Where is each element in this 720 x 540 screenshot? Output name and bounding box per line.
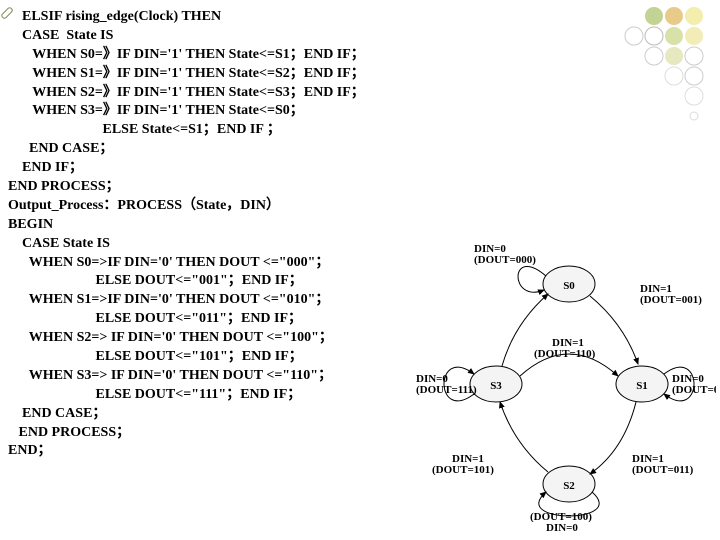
code-block: ELSIF rising_edge(Clock) THEN CASE State…	[8, 8, 720, 461]
state-s2: S2	[563, 480, 575, 492]
diagram-label: (DOUT=100)DIN=0	[530, 511, 592, 534]
